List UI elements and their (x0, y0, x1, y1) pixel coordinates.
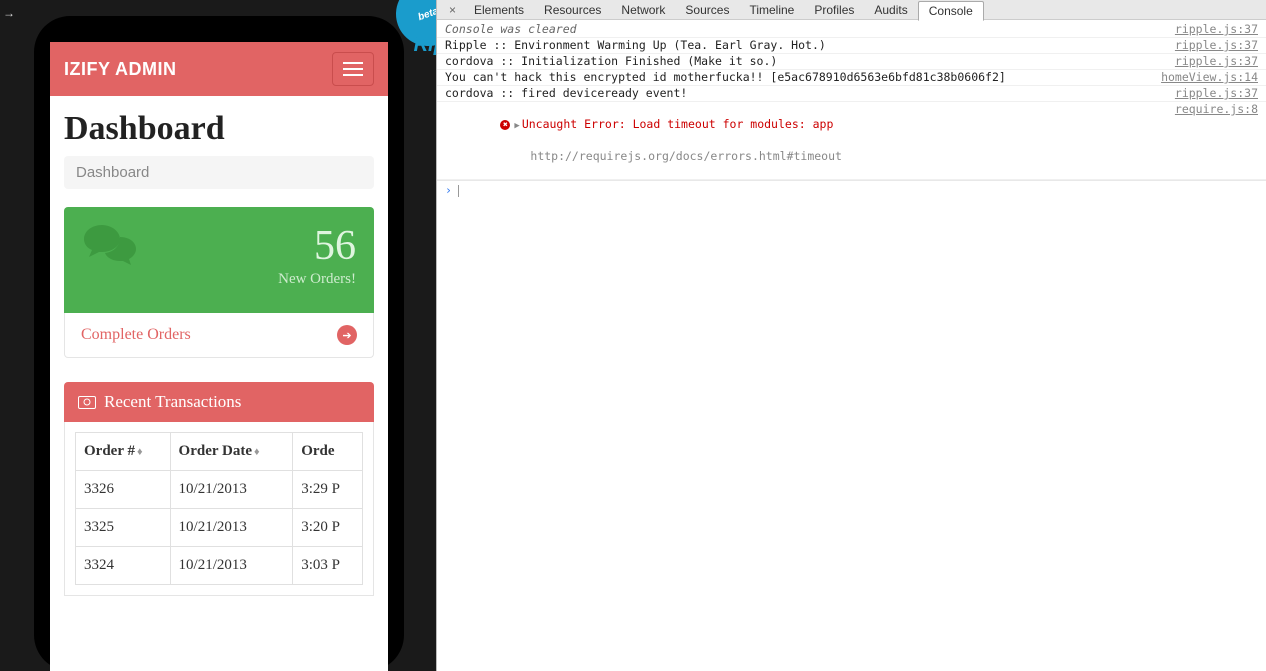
cell-date: 10/21/2013 (170, 509, 293, 547)
log-message: You can't hack this encrypted id motherf… (445, 70, 1006, 85)
app-header: IZIFY ADMIN (50, 42, 388, 96)
transactions-header: Recent Transactions (64, 382, 374, 422)
console-log-row: You can't hack this encrypted id motherf… (437, 70, 1266, 86)
console-prompt[interactable]: › (437, 180, 1266, 200)
cell-id: 3324 (76, 547, 171, 585)
col-order-date[interactable]: Order Date♦ (170, 433, 293, 471)
error-message: ✖▶Uncaught Error: Load timeout for modul… (445, 102, 842, 179)
tab-console[interactable]: Console (918, 1, 984, 21)
log-source-link[interactable]: ripple.js:37 (1163, 22, 1258, 37)
app-title: IZIFY ADMIN (64, 59, 177, 80)
log-source-link[interactable]: ripple.js:37 (1163, 86, 1258, 101)
devtools-close-icon[interactable]: × (441, 3, 464, 17)
text-caret (458, 185, 459, 197)
sort-icon: ♦ (137, 446, 143, 458)
transactions-table: Order #♦ Order Date♦ Orde 3326 10/21/201… (75, 432, 363, 585)
complete-orders-label: Complete Orders (81, 326, 191, 344)
tab-network[interactable]: Network (611, 1, 675, 19)
back-arrow-icon[interactable]: → (3, 6, 15, 20)
new-orders-panel: 56 New Orders! (64, 207, 374, 313)
console-input[interactable] (465, 184, 1258, 198)
log-message: cordova :: fired deviceready event! (445, 86, 687, 101)
page-title: Dashboard (64, 110, 374, 148)
cell-time: 3:20 P (293, 509, 363, 547)
tab-profiles[interactable]: Profiles (804, 1, 864, 19)
cell-time: 3:03 P (293, 547, 363, 585)
col-order-time[interactable]: Orde (293, 433, 363, 471)
console-error-row: ✖▶Uncaught Error: Load timeout for modul… (437, 102, 1266, 180)
log-source-link[interactable]: ripple.js:37 (1163, 54, 1258, 69)
transactions-table-wrap: Order #♦ Order Date♦ Orde 3326 10/21/201… (64, 422, 374, 596)
emulator-panel: → beta Ripp IZIFY ADMIN Dashboard Dashbo… (0, 0, 436, 671)
devtools-tabs: × Elements Resources Network Sources Tim… (437, 0, 1266, 20)
transactions-title: Recent Transactions (104, 392, 241, 412)
cell-time: 3:29 P (293, 471, 363, 509)
prompt-chevron-icon: › (445, 183, 452, 198)
tab-timeline[interactable]: Timeline (739, 1, 804, 19)
hamburger-menu-button[interactable] (332, 52, 374, 86)
cell-date: 10/21/2013 (170, 471, 293, 509)
error-url[interactable]: http://requirejs.org/docs/errors.html#ti… (500, 149, 842, 163)
console-log-row: Ripple :: Environment Warming Up (Tea. E… (437, 38, 1266, 54)
log-message: Ripple :: Environment Warming Up (Tea. E… (445, 38, 826, 53)
cell-id: 3326 (76, 471, 171, 509)
table-row[interactable]: 3326 10/21/2013 3:29 P (76, 471, 363, 509)
tab-sources[interactable]: Sources (675, 1, 739, 19)
app-body: Dashboard Dashboard 56 New Orders! Compl… (50, 96, 388, 596)
table-row[interactable]: 3324 10/21/2013 3:03 P (76, 547, 363, 585)
log-message: cordova :: Initialization Finished (Make… (445, 54, 777, 69)
console-output: Console was cleared ripple.js:37 Ripple … (437, 20, 1266, 202)
complete-orders-link[interactable]: Complete Orders ➔ (64, 313, 374, 358)
log-source-link[interactable]: homeView.js:14 (1149, 70, 1258, 85)
device-screen: IZIFY ADMIN Dashboard Dashboard 56 New O… (50, 42, 388, 671)
col-order-num[interactable]: Order #♦ (76, 433, 171, 471)
tab-elements[interactable]: Elements (464, 1, 534, 19)
money-icon (78, 396, 96, 409)
cell-id: 3325 (76, 509, 171, 547)
breadcrumb[interactable]: Dashboard (64, 156, 374, 189)
console-log-row: Console was cleared ripple.js:37 (437, 22, 1266, 38)
devtools-panel: × Elements Resources Network Sources Tim… (436, 0, 1266, 671)
table-header-row: Order #♦ Order Date♦ Orde (76, 433, 363, 471)
console-log-row: cordova :: fired deviceready event! ripp… (437, 86, 1266, 102)
error-icon: ✖ (500, 120, 510, 130)
tab-resources[interactable]: Resources (534, 1, 611, 19)
comments-icon (82, 221, 140, 281)
table-row[interactable]: 3325 10/21/2013 3:20 P (76, 509, 363, 547)
log-source-link[interactable]: ripple.js:37 (1163, 38, 1258, 53)
device-frame: IZIFY ADMIN Dashboard Dashboard 56 New O… (34, 16, 404, 671)
tab-audits[interactable]: Audits (864, 1, 917, 19)
cell-date: 10/21/2013 (170, 547, 293, 585)
sort-icon: ♦ (254, 446, 260, 458)
console-log-row: cordova :: Initialization Finished (Make… (437, 54, 1266, 70)
expand-icon[interactable]: ▶ (514, 121, 519, 131)
arrow-right-circle-icon: ➔ (337, 325, 357, 345)
log-source-link[interactable]: require.js:8 (1163, 102, 1258, 179)
log-message: Console was cleared (445, 22, 577, 37)
